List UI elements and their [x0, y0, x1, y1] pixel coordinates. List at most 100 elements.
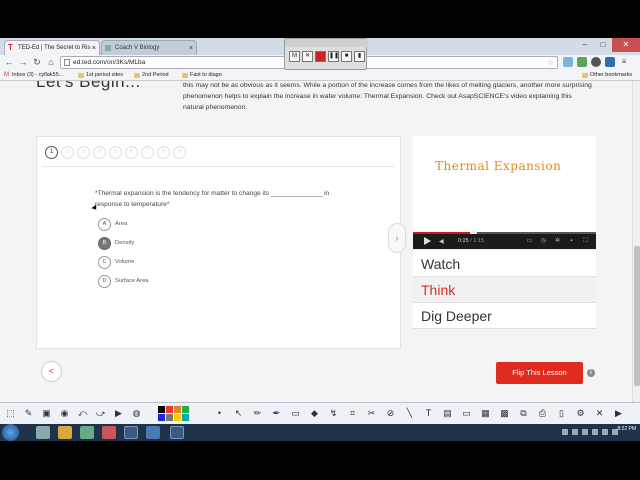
- taskbar-app-icon[interactable]: [36, 426, 50, 439]
- tray-icon[interactable]: [562, 429, 568, 435]
- color-swatch[interactable]: [174, 414, 181, 421]
- image-tool-icon[interactable]: ▣: [39, 406, 54, 421]
- clear-icon[interactable]: ✂: [364, 406, 379, 421]
- tray-icon[interactable]: [592, 429, 598, 435]
- flip-lesson-button[interactable]: Flip This Lesson: [496, 362, 583, 384]
- question-number-6[interactable]: 6: [125, 146, 138, 159]
- lasso-tool-icon[interactable]: ↯: [326, 406, 341, 421]
- question-number-8[interactable]: 8: [157, 146, 170, 159]
- color-swatch[interactable]: [158, 414, 165, 421]
- image-insert-icon[interactable]: ▤: [440, 406, 455, 421]
- info-icon[interactable]: i: [587, 369, 595, 377]
- close-toolbar-icon[interactable]: ✕: [592, 406, 607, 421]
- highlight-icon[interactable]: ⊘: [383, 406, 398, 421]
- page-scrollbar[interactable]: [632, 81, 640, 402]
- menu-item-dig-deeper[interactable]: Dig Deeper: [413, 303, 596, 329]
- color-swatch[interactable]: [182, 406, 189, 413]
- tray-icon[interactable]: [602, 429, 608, 435]
- taskbar-app-icon[interactable]: [146, 426, 160, 439]
- screen-icon[interactable]: ▭: [459, 406, 474, 421]
- taskbar-app-icon[interactable]: [102, 426, 116, 439]
- recorder-drag-handle[interactable]: [285, 39, 368, 47]
- dots-icon[interactable]: •: [212, 406, 227, 421]
- next-question-arrow[interactable]: ›: [388, 223, 406, 253]
- back-icon[interactable]: ←: [3, 56, 15, 68]
- fullscreen-icon[interactable]: ⛶: [582, 238, 589, 245]
- menu-item-think[interactable]: Think: [413, 277, 596, 303]
- close-tab-icon[interactable]: ×: [92, 41, 96, 55]
- volume-icon[interactable]: ◀: [439, 238, 447, 245]
- select-tool-icon[interactable]: ⬚: [3, 406, 18, 421]
- shapes-tool-icon[interactable]: ◆: [307, 406, 322, 421]
- undo-icon[interactable]: ⤺: [75, 406, 90, 421]
- forward-icon[interactable]: →: [17, 56, 29, 68]
- option-bubble[interactable]: A: [98, 218, 111, 231]
- question-number-5[interactable]: 5: [109, 146, 122, 159]
- line-tool-icon[interactable]: ╲: [402, 406, 417, 421]
- answer-option-d[interactable]: D Surface Area: [98, 275, 149, 288]
- settings-icon[interactable]: ⚙: [573, 406, 588, 421]
- play-icon[interactable]: [424, 237, 431, 245]
- marker-tool-icon[interactable]: ✒: [269, 406, 284, 421]
- captions-icon[interactable]: ▭: [526, 238, 533, 245]
- window-icon[interactable]: ▦: [478, 406, 493, 421]
- taskbar-recorder-icon[interactable]: [170, 426, 184, 439]
- tab-coach-v-biology[interactable]: Coach V Biology ×: [101, 40, 197, 55]
- close-tab-icon[interactable]: ×: [189, 41, 193, 55]
- color-swatch[interactable]: [182, 414, 189, 421]
- color-swatch[interactable]: [174, 406, 181, 413]
- camera-tool-icon[interactable]: ◉: [57, 406, 72, 421]
- record-icon[interactable]: [315, 51, 326, 62]
- maximize-icon[interactable]: □: [594, 38, 612, 52]
- play-icon[interactable]: ▶: [111, 406, 126, 421]
- crop-tool-icon[interactable]: ⌗: [345, 406, 360, 421]
- start-button[interactable]: [2, 424, 19, 441]
- eraser-tool-icon[interactable]: ▭: [288, 406, 303, 421]
- cursor-tool-icon[interactable]: ↖: [231, 406, 246, 421]
- reload-icon[interactable]: ↻: [31, 56, 43, 68]
- menu-icon[interactable]: ≡: [619, 57, 629, 67]
- close-window-icon[interactable]: ✕: [612, 38, 640, 52]
- bookmark-gmail[interactable]: M Inbox (3) - cyflak55...: [4, 70, 63, 81]
- marker-icon[interactable]: ▮: [354, 51, 365, 62]
- question-number-1[interactable]: 1: [45, 146, 58, 159]
- recorder-menu-icon[interactable]: M: [289, 51, 300, 62]
- watch-later-icon[interactable]: ◷: [540, 238, 547, 245]
- brush-tool-icon[interactable]: ✏: [250, 406, 265, 421]
- pen-tool-icon[interactable]: ✎: [21, 406, 36, 421]
- answer-option-a[interactable]: A Area: [98, 218, 127, 231]
- question-number-7[interactable]: 7: [141, 146, 154, 159]
- bookmark-star-icon[interactable]: ☆: [547, 57, 554, 68]
- bookmark-other[interactable]: Other bookmarks: [582, 70, 632, 81]
- color-swatch[interactable]: [158, 406, 165, 413]
- stop-icon[interactable]: ■: [341, 51, 352, 62]
- scrollbar-thumb[interactable]: [634, 246, 640, 386]
- bookmark-1st-period[interactable]: 1st period sites: [78, 70, 123, 81]
- redo-icon[interactable]: ⤻: [93, 406, 108, 421]
- recorder-close-icon[interactable]: ✕: [302, 51, 313, 62]
- question-number-4[interactable]: 4: [93, 146, 106, 159]
- question-number-3[interactable]: 3: [77, 146, 90, 159]
- copy-icon[interactable]: ⧉: [516, 406, 531, 421]
- share-icon[interactable]: <: [41, 361, 62, 382]
- extension-icon[interactable]: [563, 57, 573, 67]
- bookmark-fast-to-diago[interactable]: Fast to diago: [182, 70, 222, 81]
- globe-icon[interactable]: ◍: [129, 406, 144, 421]
- taskbar-app-icon[interactable]: [80, 426, 94, 439]
- tool-end-icon[interactable]: ▶: [611, 406, 626, 421]
- grid-icon[interactable]: ▩: [497, 406, 512, 421]
- home-icon[interactable]: ⌂: [45, 56, 57, 68]
- question-number-2[interactable]: 2: [61, 146, 74, 159]
- pause-icon[interactable]: ❚❚: [328, 51, 339, 62]
- tray-icon[interactable]: [572, 429, 578, 435]
- answer-option-b[interactable]: B Density: [98, 237, 134, 250]
- taskbar-chrome-icon[interactable]: [124, 426, 138, 439]
- color-swatch[interactable]: [166, 406, 173, 413]
- bookmark-2nd-period[interactable]: 2nd Period: [134, 70, 169, 81]
- answer-option-c[interactable]: C Volume: [98, 256, 134, 269]
- extension-icon[interactable]: [591, 57, 601, 67]
- minimize-icon[interactable]: –: [576, 38, 594, 52]
- option-bubble[interactable]: C: [98, 256, 111, 269]
- question-number-9[interactable]: 9: [173, 146, 186, 159]
- option-bubble[interactable]: B: [98, 237, 111, 250]
